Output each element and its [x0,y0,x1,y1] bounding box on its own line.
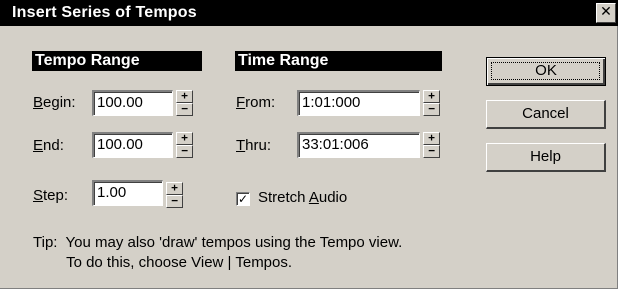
close-icon: ✕ [600,4,612,20]
from-spinner[interactable]: + − [423,90,440,116]
tempo-range-header: Tempo Range [32,51,202,71]
insert-series-of-tempos-dialog: Insert Series of Tempos ✕ Tempo Range Be… [0,0,618,289]
dialog-title: Insert Series of Tempos [12,4,197,21]
ok-button[interactable]: OK [486,57,606,86]
thru-label: Thru: [236,137,272,154]
cancel-button-label: Cancel [522,105,569,122]
close-button[interactable]: ✕ [596,3,616,23]
time-range-header: Time Range [235,51,442,71]
end-label: End: [33,137,64,154]
thru-decrement-icon[interactable]: − [423,145,440,158]
from-label: From: [236,94,276,111]
tip-line-1: Tip: You may also 'draw' tempos using th… [33,234,403,251]
begin-decrement-icon[interactable]: − [176,103,193,116]
end-spinner[interactable]: + − [176,132,193,158]
step-spinner[interactable]: + − [166,182,183,208]
step-decrement-icon[interactable]: − [166,195,183,208]
cancel-button[interactable]: Cancel [486,100,606,129]
end-tempo-input[interactable]: 100.00 [92,132,173,158]
stretch-audio-checkbox[interactable]: ✓ [236,192,250,206]
stretch-audio-label[interactable]: Stretch Audio [258,189,347,206]
step-input[interactable]: 1.00 [92,180,163,206]
title-bar[interactable]: Insert Series of Tempos ✕ [0,0,618,26]
step-label: Step: [33,187,69,204]
begin-spinner[interactable]: + − [176,90,193,116]
help-button-label: Help [530,148,561,165]
checkmark-icon: ✓ [237,192,249,206]
end-decrement-icon[interactable]: − [176,145,193,158]
begin-label: Begin: [33,94,76,111]
from-time-input[interactable]: 1:01:000 [297,90,420,116]
from-decrement-icon[interactable]: − [423,103,440,116]
help-button[interactable]: Help [486,143,606,172]
begin-tempo-input[interactable]: 100.00 [92,90,173,116]
thru-spinner[interactable]: + − [423,132,440,158]
thru-time-input[interactable]: 33:01:006 [297,132,420,158]
ok-button-label: OK [535,62,557,79]
tip-line-2: To do this, choose View | Tempos. [33,254,293,271]
